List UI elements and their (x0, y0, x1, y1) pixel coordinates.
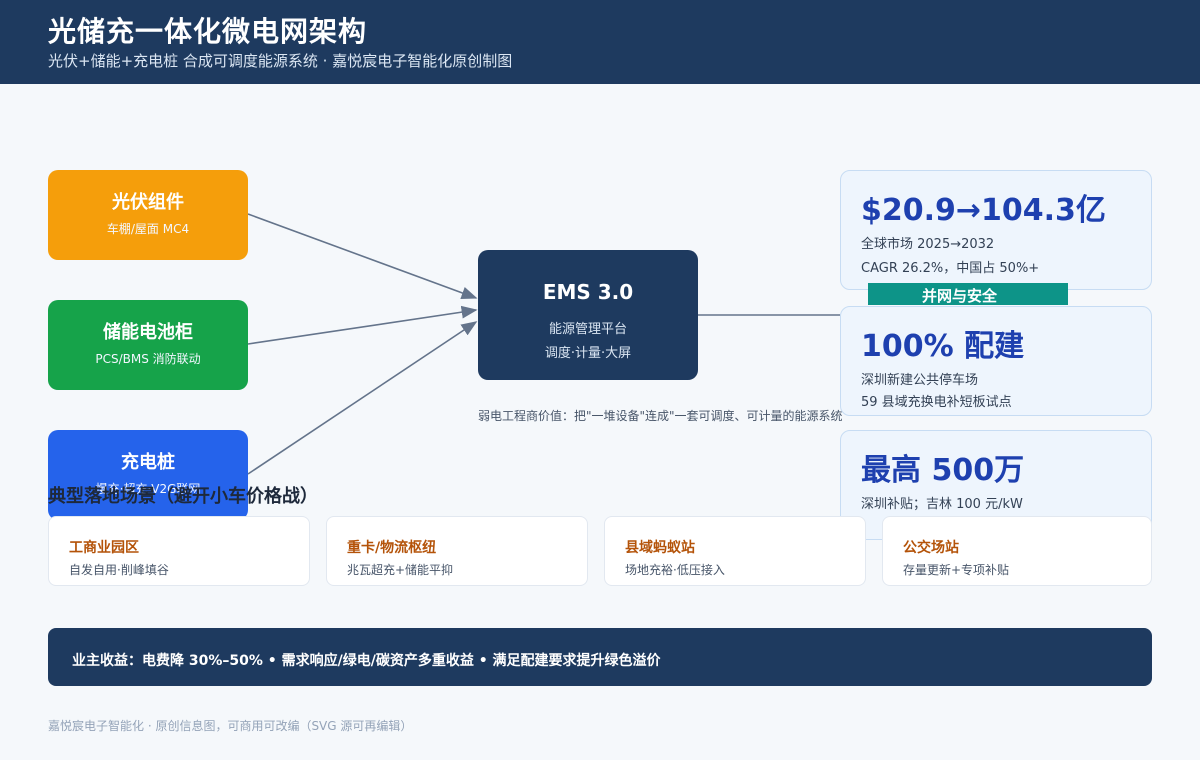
ems-line2: 调度·计量·大屏 (544, 346, 632, 361)
pv-module-box: 光伏组件 车棚/屋面 MC4 (48, 170, 248, 260)
scene-desc: 自发自用·削峰填谷 (69, 563, 169, 577)
stat-market-value: $20.9→104.3亿 (861, 193, 1106, 228)
stat-coverage-value: 100% 配建 (861, 329, 1025, 364)
battery-cabinet-name: 储能电池柜 (103, 322, 193, 343)
ems-platform-box: EMS 3.0 能源管理平台 调度·计量·大屏 (478, 250, 698, 380)
scene-title: 公交场站 (903, 540, 959, 556)
footer-note: 嘉悦宸电子智能化 · 原创信息图，可商用可改编（SVG 源可再编辑） (48, 719, 413, 733)
pv-module-desc: 车棚/屋面 MC4 (106, 222, 190, 236)
scene-title: 重卡/物流枢纽 (347, 540, 437, 556)
battery-cabinet-desc: PCS/BMS 消防联动 (95, 352, 201, 366)
scenes-title: 典型落地场景（避开小车价格战） (48, 486, 318, 507)
arrow-pv-to-ems (247, 213, 478, 300)
stat-subsidy-line1: 深圳补贴；吉林 100 元/kW (861, 497, 1023, 512)
ems-name: EMS 3.0 (542, 280, 634, 304)
scene-card-county-station: 县域蚂蚁站 场地充裕·低压接入 (604, 516, 866, 586)
value-note: 弱电工程商价值：把"一堆设备"连成"一套可调度、可计量的能源系统 (478, 409, 843, 423)
stat-subsidy-value: 最高 500万 (861, 453, 1025, 488)
grid-safety-label: 并网与安全 (868, 283, 1068, 305)
stat-market-line2: CAGR 26.2%，中国占 50%+ (861, 261, 1040, 276)
benefit-banner: 业主收益：电费降 30%–50% • 需求响应/绿电/碳资产多重收益 • 满足配… (48, 628, 1152, 686)
scene-card-bus-depot: 公交场站 存量更新+专项补贴 (882, 516, 1152, 586)
stat-card-coverage: 100% 配建 深圳新建公共停车场 59 县域充换电补短板试点 (840, 306, 1152, 416)
scene-card-industrial-park: 工商业园区 自发自用·削峰填谷 (48, 516, 310, 586)
stat-market-line1: 全球市场 2025→2032 (861, 237, 995, 252)
scene-desc: 场地充裕·低压接入 (625, 563, 725, 577)
ems-line1: 能源管理平台 (548, 322, 627, 337)
scene-card-logistics-hub: 重卡/物流枢纽 兆瓦超充+储能平抑 (326, 516, 588, 586)
arrow-charger-to-ems (247, 321, 478, 475)
scene-desc: 存量更新+专项补贴 (903, 563, 1010, 577)
stat-coverage-line2: 59 县域充换电补短板试点 (861, 395, 1012, 410)
charger-name: 充电桩 (121, 452, 175, 473)
scene-desc: 兆瓦超充+储能平抑 (347, 563, 454, 577)
scene-title: 工商业园区 (69, 540, 139, 556)
stat-coverage-line1: 深圳新建公共停车场 (861, 373, 979, 388)
battery-cabinet-box: 储能电池柜 PCS/BMS 消防联动 (48, 300, 248, 390)
pv-module-name: 光伏组件 (112, 192, 184, 213)
grid-safety-text: 并网与安全 (922, 287, 998, 305)
scene-title: 县域蚂蚁站 (625, 540, 695, 556)
stat-card-market: $20.9→104.3亿 全球市场 2025→2032 CAGR 26.2%，中… (840, 170, 1152, 290)
benefit-text: 业主收益：电费降 30%–50% • 需求响应/绿电/碳资产多重收益 • 满足配… (72, 653, 661, 669)
arrow-battery-to-ems (247, 305, 478, 345)
